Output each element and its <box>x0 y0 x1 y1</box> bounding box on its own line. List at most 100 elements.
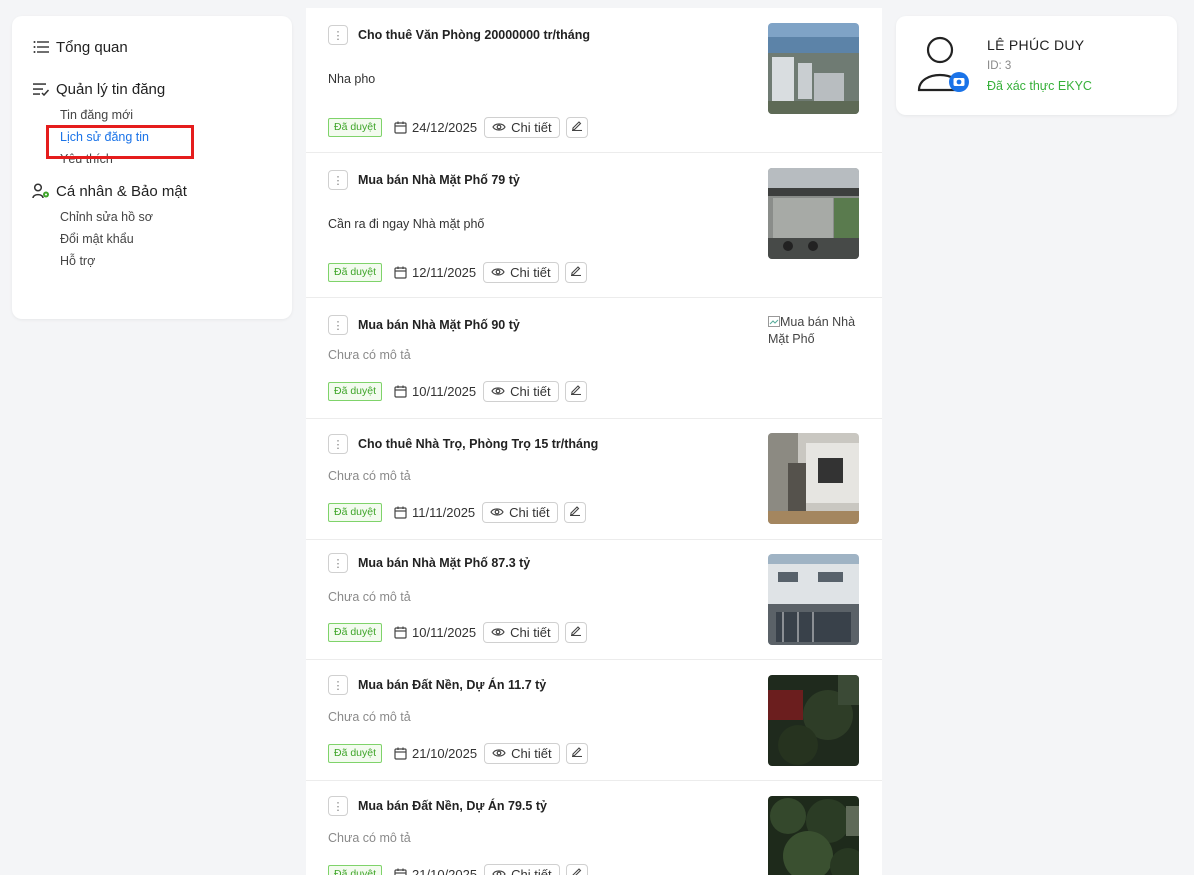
listing-title[interactable]: Mua bán Nhà Mặt Phố 90 tỷ <box>358 318 520 332</box>
edit-button[interactable] <box>564 621 587 643</box>
listing-card: ⋮ Cho thuê Nhà Trọ, Phòng Trọ 15 tr/thán… <box>306 419 882 540</box>
listing-date-text: 21/10/2025 <box>412 866 478 875</box>
profile-card: LÊ PHÚC DUY ID: 3 Đã xác thực EKYC <box>896 16 1177 115</box>
detail-button[interactable]: Chi tiết <box>484 742 560 764</box>
edit-button[interactable] <box>565 742 588 764</box>
detail-button[interactable]: Chi tiết <box>482 501 558 523</box>
thumbnail-alt-text: Mua bán Nhà Mặt Phố <box>768 315 856 346</box>
listing-date-text: 21/10/2025 <box>412 745 478 761</box>
listing-thumbnail-broken[interactable]: Mua bán Nhà Mặt Phố <box>768 314 863 348</box>
eye-icon <box>492 869 506 875</box>
sidebar-item-listing-history[interactable]: Lịch sử đăng tin <box>46 125 292 159</box>
listing-date-text: 10/11/2025 <box>412 383 477 399</box>
edit-button[interactable] <box>565 863 588 875</box>
detail-button[interactable]: Chi tiết <box>483 621 559 643</box>
listing-thumbnail[interactable] <box>768 796 859 875</box>
listing-description: Chưa có mô tả <box>328 590 411 604</box>
listing-title[interactable]: Mua bán Nhà Mặt Phố 87.3 tỷ <box>358 556 530 570</box>
sidebar-item-edit-profile[interactable]: Chỉnh sửa hồ sơ <box>60 208 292 226</box>
listing-history-list: ⋮ Cho thuê Văn Phòng 20000000 tr/tháng N… <box>306 8 882 875</box>
sidebar-item-overview[interactable]: Tổng quan <box>32 36 292 58</box>
status-badge: Đã duyệt <box>328 502 383 522</box>
sidebar-item-new-listing[interactable]: Tin đăng mới <box>60 106 292 124</box>
status-badge: Đã duyệt <box>328 381 383 401</box>
detail-button-label: Chi tiết <box>510 624 551 640</box>
listing-thumbnail[interactable] <box>768 23 859 114</box>
listing-title[interactable]: Mua bán Nhà Mặt Phố 79 tỷ <box>358 173 520 187</box>
listing-title[interactable]: Mua bán Đất Nền, Dự Án 11.7 tỷ <box>358 678 546 692</box>
pencil-icon <box>571 118 583 136</box>
listing-date: 10/11/2025 <box>394 384 476 399</box>
listing-thumbnail[interactable] <box>768 433 859 524</box>
pencil-icon <box>571 865 583 875</box>
detail-button-label: Chi tiết <box>510 264 551 280</box>
calendar-icon <box>394 266 407 279</box>
pencil-icon <box>571 744 583 762</box>
listing-date: 12/11/2025 <box>394 265 476 280</box>
listing-thumbnail[interactable] <box>768 168 859 259</box>
detail-button[interactable]: Chi tiết <box>483 380 559 402</box>
pencil-icon <box>570 382 582 400</box>
listing-thumbnail[interactable] <box>768 675 859 766</box>
edit-button[interactable] <box>565 116 588 138</box>
more-options-button[interactable]: ⋮ <box>328 25 348 45</box>
listing-date-text: 12/11/2025 <box>412 264 477 280</box>
sidebar-item-support[interactable]: Hỗ trợ <box>60 252 292 270</box>
listing-date-text: 11/11/2025 <box>412 504 476 520</box>
user-avatar-icon[interactable] <box>916 34 970 94</box>
detail-button[interactable]: Chi tiết <box>484 863 560 875</box>
status-badge: Đã duyệt <box>328 622 383 642</box>
status-badge: Đã duyệt <box>328 262 383 282</box>
listing-date-text: 24/12/2025 <box>412 119 478 135</box>
sidebar-item-manage[interactable]: Quản lý tin đăng <box>32 78 292 100</box>
sidebar: Tổng quan Quản lý tin đăng Tin đăng mới … <box>12 16 292 319</box>
calendar-icon <box>394 868 407 875</box>
sidebar-item-label: Quản lý tin đăng <box>56 80 166 98</box>
more-options-button[interactable]: ⋮ <box>328 675 348 695</box>
detail-button[interactable]: Chi tiết <box>484 116 560 138</box>
calendar-icon <box>394 121 407 134</box>
more-options-button[interactable]: ⋮ <box>328 170 348 190</box>
status-badge: Đã duyệt <box>328 743 383 763</box>
status-badge: Đã duyệt <box>328 117 383 137</box>
listing-card: ⋮ Cho thuê Văn Phòng 20000000 tr/tháng N… <box>306 8 882 153</box>
eye-icon <box>492 748 506 758</box>
edit-button[interactable] <box>564 380 587 402</box>
sidebar-item-personal[interactable]: Cá nhân & Bảo mật <box>32 180 292 202</box>
more-options-button[interactable]: ⋮ <box>328 434 348 454</box>
listing-date: 21/10/2025 <box>394 867 477 875</box>
listing-card: ⋮ Mua bán Nhà Mặt Phố 79 tỷ Cần ra đi ng… <box>306 153 882 298</box>
more-options-button[interactable]: ⋮ <box>328 796 348 816</box>
listing-card: ⋮ Mua bán Đất Nền, Dự Án 79.5 tỷ Chưa có… <box>306 781 882 875</box>
eye-icon <box>491 386 505 396</box>
listing-title[interactable]: Cho thuê Văn Phòng 20000000 tr/tháng <box>358 28 590 42</box>
calendar-icon <box>394 385 407 398</box>
more-options-button[interactable]: ⋮ <box>328 553 348 573</box>
profile-id: ID: 3 <box>987 60 1012 72</box>
listing-date: 24/12/2025 <box>394 120 477 135</box>
listing-thumbnail[interactable] <box>768 554 859 645</box>
listing-title[interactable]: Cho thuê Nhà Trọ, Phòng Trọ 15 tr/tháng <box>358 437 598 451</box>
edit-button[interactable] <box>564 261 587 283</box>
detail-button-label: Chi tiết <box>511 866 552 875</box>
listing-description: Chưa có mô tả <box>328 710 411 724</box>
eye-icon <box>491 267 505 277</box>
listing-description: Chưa có mô tả <box>328 831 411 845</box>
sidebar-item-change-password[interactable]: Đổi mật khẩu <box>60 230 292 248</box>
detail-button-label: Chi tiết <box>510 383 551 399</box>
broken-image-icon <box>768 316 780 327</box>
listing-date: 10/11/2025 <box>394 625 476 640</box>
listing-card: ⋮ Mua bán Đất Nền, Dự Án 11.7 tỷ Chưa có… <box>306 660 882 781</box>
listing-title[interactable]: Mua bán Đất Nền, Dự Án 79.5 tỷ <box>358 799 547 813</box>
more-options-button[interactable]: ⋮ <box>328 315 348 335</box>
pencil-icon <box>569 503 581 521</box>
listing-date-text: 10/11/2025 <box>412 624 477 640</box>
detail-button[interactable]: Chi tiết <box>483 261 559 283</box>
edit-button[interactable] <box>563 501 586 523</box>
sidebar-item-label: Tổng quan <box>56 38 128 56</box>
profile-name: LÊ PHÚC DUY <box>987 37 1085 53</box>
eye-icon <box>491 627 505 637</box>
status-badge: Đã duyệt <box>328 864 383 875</box>
listing-date: 11/11/2025 <box>394 505 475 520</box>
eye-icon <box>490 507 504 517</box>
